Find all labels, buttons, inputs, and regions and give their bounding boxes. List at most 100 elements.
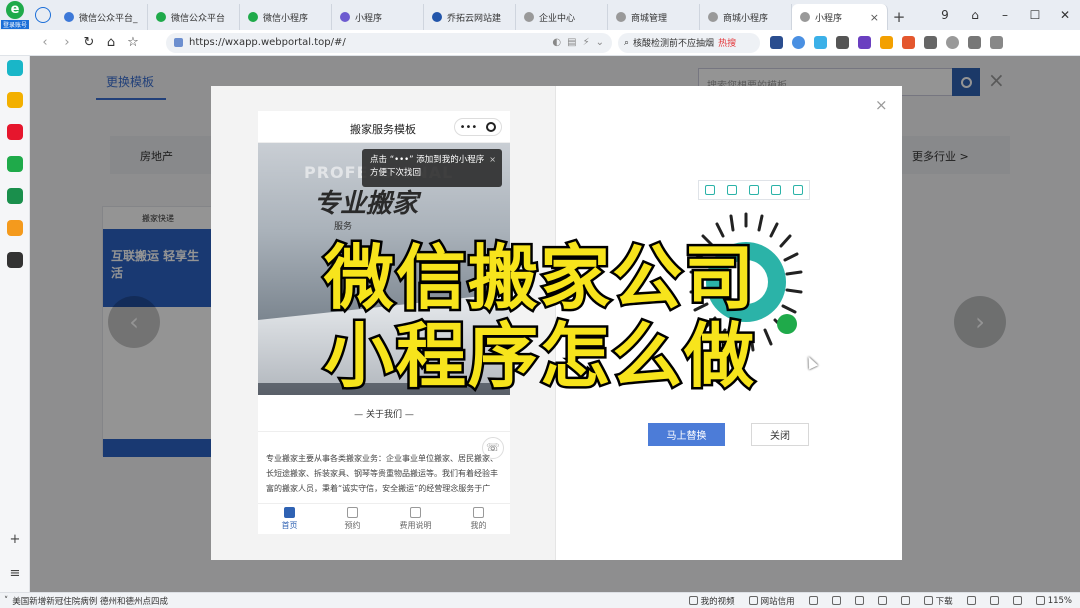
tab-icon — [284, 507, 295, 518]
sound-icon[interactable] — [966, 596, 976, 605]
forward-icon[interactable]: › — [56, 32, 78, 54]
phone-tab-label: 费用说明 — [399, 521, 432, 530]
news-ticker[interactable]: 美国新增新冠住院病例 德州和德州点四成 — [12, 595, 252, 607]
weibo-icon[interactable] — [7, 124, 23, 140]
fullscreen-icon[interactable] — [727, 185, 737, 195]
miniapp-capsule[interactable]: ••• — [454, 118, 502, 136]
divider — [258, 431, 510, 432]
rocket-icon[interactable] — [900, 596, 910, 605]
add-sidebar-app-icon[interactable]: + — [0, 532, 30, 547]
my-videos-item[interactable]: 我的视频 — [688, 595, 735, 607]
image-icon[interactable] — [854, 596, 864, 605]
menu-icon[interactable] — [990, 36, 1003, 49]
tab-title: 商城小程序 — [723, 13, 769, 24]
status-right-group: 我的视频 网站信用 下载 115% — [688, 595, 1080, 607]
coupon-icon[interactable] — [880, 36, 893, 49]
replace-now-button[interactable]: 马上替换 — [648, 423, 725, 446]
browser-tab[interactable]: 商城小程序 — [700, 4, 792, 30]
speed-icon[interactable]: ⚡ — [583, 37, 590, 48]
phone-tab-item[interactable]: 首页 — [258, 504, 321, 534]
modal-close-icon[interactable]: × — [875, 96, 888, 114]
minimize-button[interactable]: – — [990, 8, 1020, 22]
shield-status-icon[interactable] — [808, 596, 818, 605]
close-button[interactable]: 关闭 — [751, 423, 809, 446]
close-target-icon[interactable] — [486, 122, 497, 132]
maximize-button[interactable]: ☐ — [1020, 8, 1050, 22]
chevron-down-icon[interactable]: ⌄ — [596, 37, 604, 48]
browser-tab[interactable]: 微信公众平台 — [148, 4, 240, 30]
tab-count-badge[interactable]: 9 — [930, 8, 960, 22]
phone-tab-label: 首页 — [281, 521, 298, 530]
shield-icon[interactable]: ◐ — [552, 37, 561, 48]
more-dots-icon[interactable]: ••• — [460, 122, 478, 133]
phone-view-icon[interactable] — [705, 185, 715, 195]
browser-logo[interactable]: e 登录账号 — [0, 0, 30, 30]
news-chevron-icon[interactable]: ˅ — [4, 596, 8, 606]
translate-icon[interactable] — [792, 36, 805, 49]
tab-favicon-icon — [800, 12, 810, 22]
tab-favicon-icon — [340, 12, 350, 22]
home-icon[interactable]: ⌂ — [100, 32, 122, 54]
download-item[interactable]: 下载 — [923, 595, 953, 607]
tab-title: 商城管理 — [631, 13, 668, 24]
reader-icon[interactable]: ▤ — [567, 37, 576, 48]
tab-close-icon[interactable]: × — [870, 11, 879, 24]
window-controls: 9 ⌂ – ☐ ✕ — [930, 0, 1080, 30]
close-window-button[interactable]: ✕ — [1050, 8, 1080, 22]
tab-title: 乔拓云网站建 — [447, 13, 502, 24]
tooltip-close-icon[interactable]: × — [489, 153, 496, 166]
login-account-label: 登录账号 — [0, 20, 29, 29]
settings-icon[interactable] — [793, 185, 803, 195]
browser-tab[interactable]: 小程序 — [332, 4, 424, 30]
triangle-app-icon[interactable] — [814, 36, 827, 49]
devtools-icon[interactable] — [1012, 596, 1022, 605]
tooltip-line-1: 点击 “•••” 添加到我的小程序 — [370, 155, 485, 165]
bookmark-star-icon[interactable]: ☆ — [122, 32, 144, 54]
save-icon[interactable] — [749, 185, 759, 195]
grid-apps-icon[interactable] — [924, 36, 937, 49]
skin-icon[interactable]: ⌂ — [960, 8, 990, 22]
download-label: 下载 — [935, 596, 953, 607]
browser-tab[interactable]: 小程序 × — [792, 4, 888, 30]
plus-app-icon[interactable] — [7, 60, 23, 76]
back-icon[interactable]: ‹ — [34, 32, 56, 54]
tab-favicon-icon — [708, 12, 718, 22]
extension-icon[interactable] — [770, 36, 783, 49]
mail-app-icon[interactable] — [7, 156, 23, 172]
compass-icon[interactable] — [32, 4, 54, 26]
tab-icon — [473, 507, 484, 518]
screenshot-icon[interactable] — [831, 596, 841, 605]
zoom-icon — [1035, 596, 1045, 605]
tab-title: 小程序 — [815, 13, 843, 24]
window-icon[interactable] — [989, 596, 999, 605]
search-suggestion: 核酸检测前不应抽烟 — [633, 39, 715, 49]
star-app-icon[interactable] — [7, 92, 23, 108]
credit-icon — [748, 596, 758, 605]
brightness-icon[interactable] — [946, 36, 959, 49]
site-credit-item[interactable]: 网站信用 — [748, 595, 795, 607]
game-extension-icon[interactable] — [902, 36, 915, 49]
zoom-level[interactable]: 115% — [1035, 595, 1072, 606]
browser-tab[interactable]: 商城管理 — [608, 4, 700, 30]
refresh-icon[interactable]: ↻ — [78, 32, 100, 54]
scissors-icon[interactable] — [836, 36, 849, 49]
cloud-app-icon[interactable] — [7, 188, 23, 204]
browser-tab[interactable]: 乔拓云网站建 — [424, 4, 516, 30]
note-app-icon[interactable] — [858, 36, 871, 49]
new-tab-button[interactable]: + — [888, 4, 910, 30]
browser-tab[interactable]: 企业中心 — [516, 4, 608, 30]
zoom-level-label: 115% — [1047, 595, 1072, 606]
url-field[interactable]: https://wxapp.webportal.top/#/ ◐ ▤ ⚡ ⌄ — [166, 32, 612, 53]
share-icon[interactable] — [771, 185, 781, 195]
browser-tab[interactable]: 微信小程序 — [240, 4, 332, 30]
phone-tab-item[interactable]: 我的 — [447, 504, 510, 534]
search-input[interactable]: ⌕ 核酸检测前不应抽烟 热搜 — [618, 32, 760, 53]
browser-tab[interactable]: 微信公众平台_ — [56, 4, 148, 30]
sidebar-menu-icon[interactable]: ≡ — [0, 566, 30, 581]
phone-tab-item[interactable]: 费用说明 — [384, 504, 447, 534]
undo-icon[interactable] — [968, 36, 981, 49]
phone-tab-item[interactable]: 预约 — [321, 504, 384, 534]
tab-icon — [347, 507, 358, 518]
game-status-icon[interactable] — [877, 596, 887, 605]
tab-favicon-icon — [248, 12, 258, 22]
